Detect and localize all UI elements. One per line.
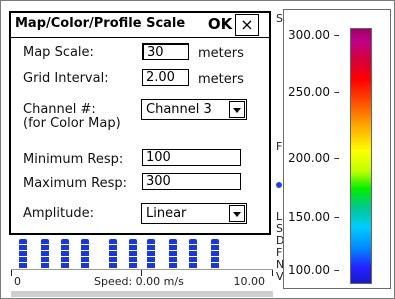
data-track <box>147 239 155 269</box>
close-button[interactable]: × <box>235 14 259 36</box>
horizontal-scrollbar[interactable] <box>11 291 273 297</box>
position-marker <box>276 182 282 188</box>
amplitude-label: Amplitude: <box>23 206 94 221</box>
minimum-resp-label: Minimum Resp: <box>23 152 124 167</box>
legend-label: 200.00 – <box>288 151 340 165</box>
amplitude-select[interactable]: Linear <box>141 203 247 224</box>
app-window: S F L S D F N V 0 Speed: 0.00 m/s 10.00 … <box>0 0 395 299</box>
side-letter: S <box>276 12 283 25</box>
side-letter: F <box>276 140 283 153</box>
grid-interval-unit: meters <box>198 72 244 87</box>
legend-label: 100.00 – <box>288 263 340 277</box>
legend-label: 250.00 – <box>288 85 340 99</box>
dialog-title: Map/Color/Profile Scale <box>15 16 186 31</box>
legend-label: 300.00 – <box>288 28 340 42</box>
data-track <box>109 239 117 269</box>
scale-tick <box>11 270 12 276</box>
data-track <box>41 239 49 269</box>
data-track <box>81 239 89 269</box>
channel-sublabel: (for Color Map) <box>23 116 121 131</box>
chevron-down-icon[interactable] <box>229 205 245 222</box>
amplitude-select-value: Linear <box>146 206 187 221</box>
scale-start: 0 <box>14 275 21 288</box>
channel-select-value: Channel 3 <box>146 102 212 117</box>
chevron-down-icon[interactable] <box>229 101 245 118</box>
data-track <box>61 239 69 269</box>
channel-select[interactable]: Channel 3 <box>141 99 247 120</box>
map-scale-input[interactable]: 30 <box>142 43 189 60</box>
legend-label: 150.00 – <box>288 210 340 224</box>
maximum-resp-input[interactable]: 300 <box>142 173 241 190</box>
scale-end: 10.00 <box>233 275 266 288</box>
map-scale-unit: meters <box>198 46 244 61</box>
ok-button[interactable]: OK <box>207 15 233 34</box>
map-scale-label: Map Scale: <box>23 45 94 60</box>
speed-readout: Speed: 0.00 m/s <box>94 275 184 288</box>
minimum-resp-input[interactable]: 100 <box>142 149 241 166</box>
grid-interval-input[interactable]: 2.00 <box>142 69 189 86</box>
dialog-titlebar: Map/Color/Profile Scale OK × <box>11 13 269 38</box>
scale-dialog: Map/Color/Profile Scale OK × Map Scale: … <box>9 11 271 235</box>
maximum-resp-label: Maximum Resp: <box>23 176 128 191</box>
data-track <box>169 239 177 269</box>
data-track <box>189 239 197 269</box>
status-bar: 0 Speed: 0.00 m/s 10.00 <box>11 269 273 292</box>
side-labels: S F L S D F N V <box>275 1 284 298</box>
data-tracks <box>11 239 273 269</box>
data-track <box>129 239 137 269</box>
data-track <box>19 239 27 269</box>
data-track <box>211 239 219 269</box>
color-gradient-bar <box>350 28 372 284</box>
color-legend: 300.00 – 250.00 – 200.00 – 150.00 – 100.… <box>283 9 391 289</box>
channel-label: Channel #: <box>23 102 96 117</box>
grid-interval-label: Grid Interval: <box>23 71 109 86</box>
scale-tick <box>272 270 273 276</box>
